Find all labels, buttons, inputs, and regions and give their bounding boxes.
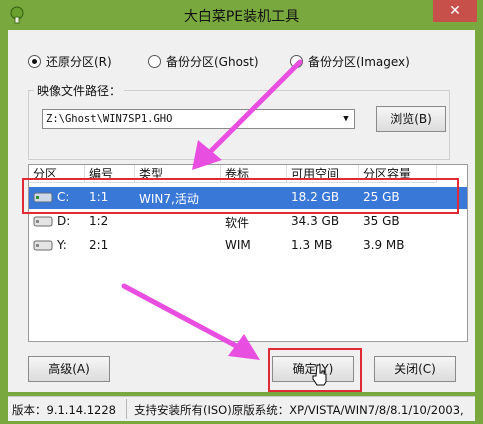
arrow-shaft-to-ok [121, 283, 243, 351]
hand-cursor-icon [312, 364, 327, 386]
annotation-arrows [121, 59, 303, 360]
arrow-shaft-to-partition [205, 59, 303, 157]
arrow-head-to-ok [228, 334, 260, 360]
